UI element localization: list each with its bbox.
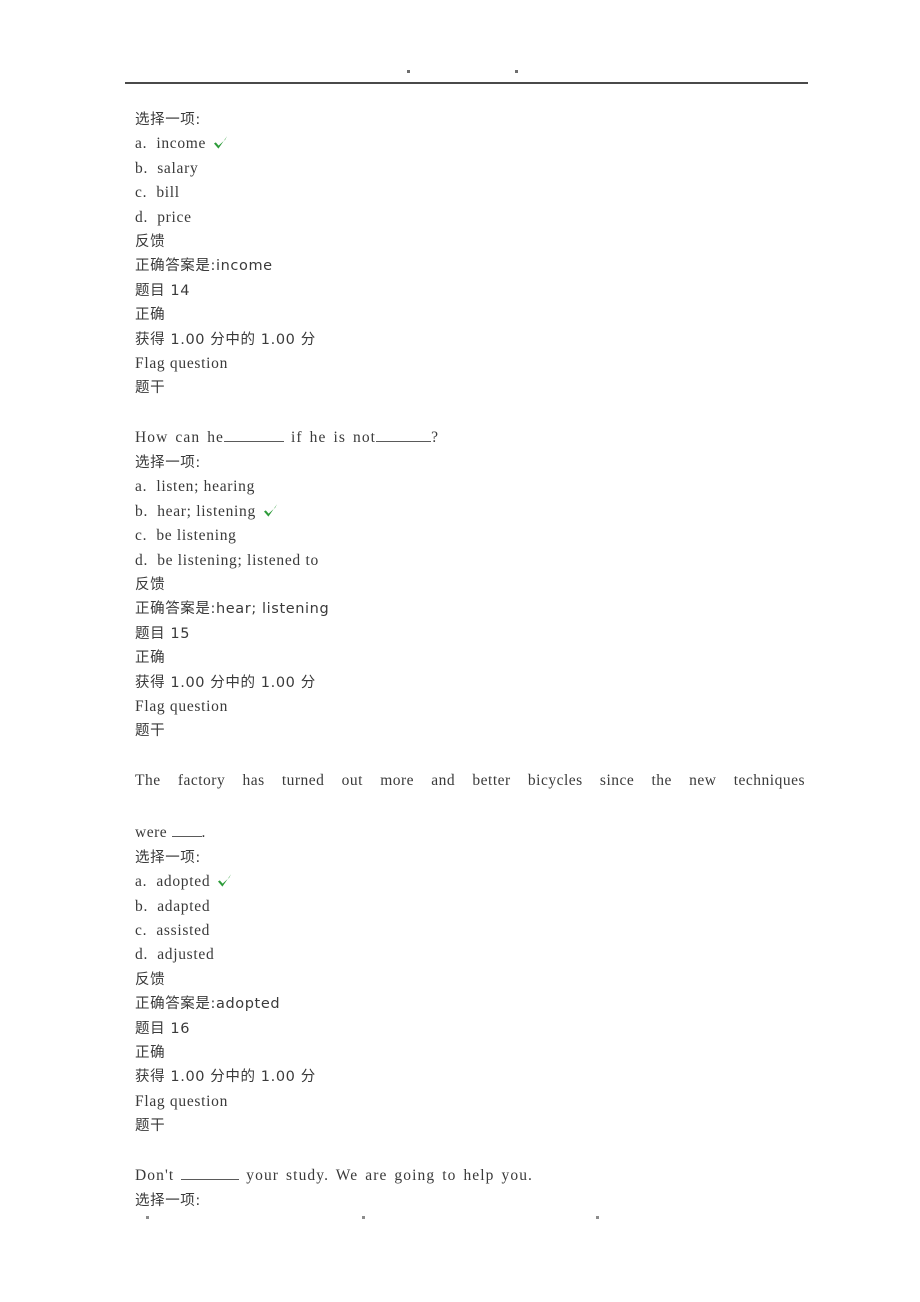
option-text: adjusted <box>157 946 215 964</box>
question-grade: 获得 1.00 分中的 1.00 分 <box>135 331 316 348</box>
stem-part: Don't <box>135 1166 182 1184</box>
correct-answer-text: 正确答案是:adopted <box>135 996 281 1013</box>
stem-part: . <box>201 823 206 841</box>
option-text: assisted <box>156 921 211 939</box>
header-dot-icon <box>407 70 410 73</box>
option-label: a. <box>135 478 148 496</box>
question-block: 选择一项: a. income b. salary c. bill d. pri… <box>135 108 805 451</box>
stem-part: your study. We are going to help you. <box>239 1166 534 1184</box>
footer-marks <box>125 1212 808 1224</box>
flag-question-link[interactable]: Flag question <box>135 695 805 719</box>
document-page: 选择一项: a. income b. salary c. bill d. pri… <box>0 0 920 1302</box>
stem-label: 题干 <box>135 1118 166 1135</box>
question-number: 题目 14 <box>135 282 191 299</box>
option-label: b. <box>135 897 149 915</box>
option-text: salary <box>157 159 199 177</box>
blank-field[interactable] <box>224 440 285 442</box>
choose-one-label: 选择一项: <box>135 112 201 128</box>
choose-one-label: 选择一项: <box>135 454 201 471</box>
blank-field[interactable] <box>171 835 202 837</box>
option-row[interactable]: c. bill <box>135 181 805 205</box>
correct-check-icon <box>216 872 233 890</box>
correct-check-icon <box>262 502 279 520</box>
option-row[interactable]: a. income <box>135 132 805 156</box>
option-row[interactable]: d. be listening; listened to <box>135 549 805 573</box>
option-label: d. <box>135 946 149 964</box>
option-row[interactable]: b. adapted <box>135 895 805 919</box>
footer-dot-icon <box>362 1216 365 1219</box>
option-label: a. <box>135 135 148 153</box>
option-row[interactable]: a. adopted <box>135 870 805 894</box>
stem-part: ? <box>431 428 440 446</box>
option-label: b. <box>135 159 149 177</box>
header-divider <box>125 82 808 84</box>
question-status: 正确 <box>135 307 166 324</box>
question-stem: The factory has turned out more and bett… <box>135 768 805 846</box>
option-label: d. <box>135 208 149 226</box>
option-label: c. <box>135 921 148 939</box>
option-row[interactable]: b. salary <box>135 157 805 181</box>
question-stem: Don't your study. We are going to help y… <box>135 1163 805 1189</box>
question-grade: 获得 1.00 分中的 1.00 分 <box>135 1069 316 1086</box>
question-status: 正确 <box>135 650 166 667</box>
correct-answer-text: 正确答案是:income <box>135 258 273 275</box>
option-text: hear; listening <box>157 502 256 520</box>
feedback-label: 反馈 <box>135 234 166 251</box>
feedback-label: 反馈 <box>135 576 166 593</box>
question-number: 题目 16 <box>135 1020 191 1037</box>
option-row[interactable]: b. hear; listening <box>135 500 805 524</box>
blank-field[interactable] <box>181 1178 240 1180</box>
option-text: bill <box>156 184 180 202</box>
stem-part: How can he <box>135 428 225 446</box>
option-label: a. <box>135 873 148 891</box>
stem-line: The factory has turned out more and bett… <box>135 771 805 789</box>
stem-part: if he is not <box>284 428 377 446</box>
option-row[interactable]: a. listen; hearing <box>135 475 805 499</box>
option-text: be listening; listened to <box>157 551 319 569</box>
stem-label: 题干 <box>135 723 166 740</box>
option-row[interactable]: c. be listening <box>135 524 805 548</box>
question-stem: How can he if he is not? <box>135 425 805 451</box>
correct-answer-text: 正确答案是:hear; listening <box>135 601 330 618</box>
option-text: adapted <box>157 897 211 915</box>
choose-one-label: 选择一项: <box>135 1192 201 1209</box>
stem-label: 题干 <box>135 380 166 397</box>
question-grade: 获得 1.00 分中的 1.00 分 <box>135 674 316 691</box>
flag-question-link[interactable]: Flag question <box>135 352 805 376</box>
option-row[interactable]: d. price <box>135 206 805 230</box>
stem-line: were . <box>135 820 805 846</box>
choose-one-label: 选择一项: <box>135 849 201 866</box>
option-label: c. <box>135 184 148 202</box>
option-row[interactable]: c. assisted <box>135 919 805 943</box>
header-marks <box>125 66 808 78</box>
correct-check-icon <box>212 134 229 152</box>
option-text: be listening <box>156 527 237 545</box>
option-text: adopted <box>156 873 211 891</box>
option-text: listen; hearing <box>156 478 256 496</box>
flag-question-link[interactable]: Flag question <box>135 1090 805 1114</box>
question-block: 选择一项: a. adopted b. adapted c. assisted … <box>135 846 805 1213</box>
option-text: income <box>156 135 207 153</box>
option-label: b. <box>135 502 149 520</box>
header-dot-icon <box>515 70 518 73</box>
feedback-label: 反馈 <box>135 971 166 988</box>
option-text: price <box>157 208 192 226</box>
option-row[interactable]: d. adjusted <box>135 943 805 967</box>
option-label: c. <box>135 527 148 545</box>
stem-part: were <box>135 823 172 841</box>
question-block: 选择一项: a. listen; hearing b. hear; listen… <box>135 451 805 846</box>
footer-dot-icon <box>146 1216 149 1219</box>
document-content: 选择一项: a. income b. salary c. bill d. pri… <box>135 108 805 1213</box>
blank-field[interactable] <box>376 440 432 442</box>
option-label: d. <box>135 551 149 569</box>
question-status: 正确 <box>135 1045 166 1061</box>
footer-dot-icon <box>596 1216 599 1219</box>
question-number: 题目 15 <box>135 625 191 642</box>
